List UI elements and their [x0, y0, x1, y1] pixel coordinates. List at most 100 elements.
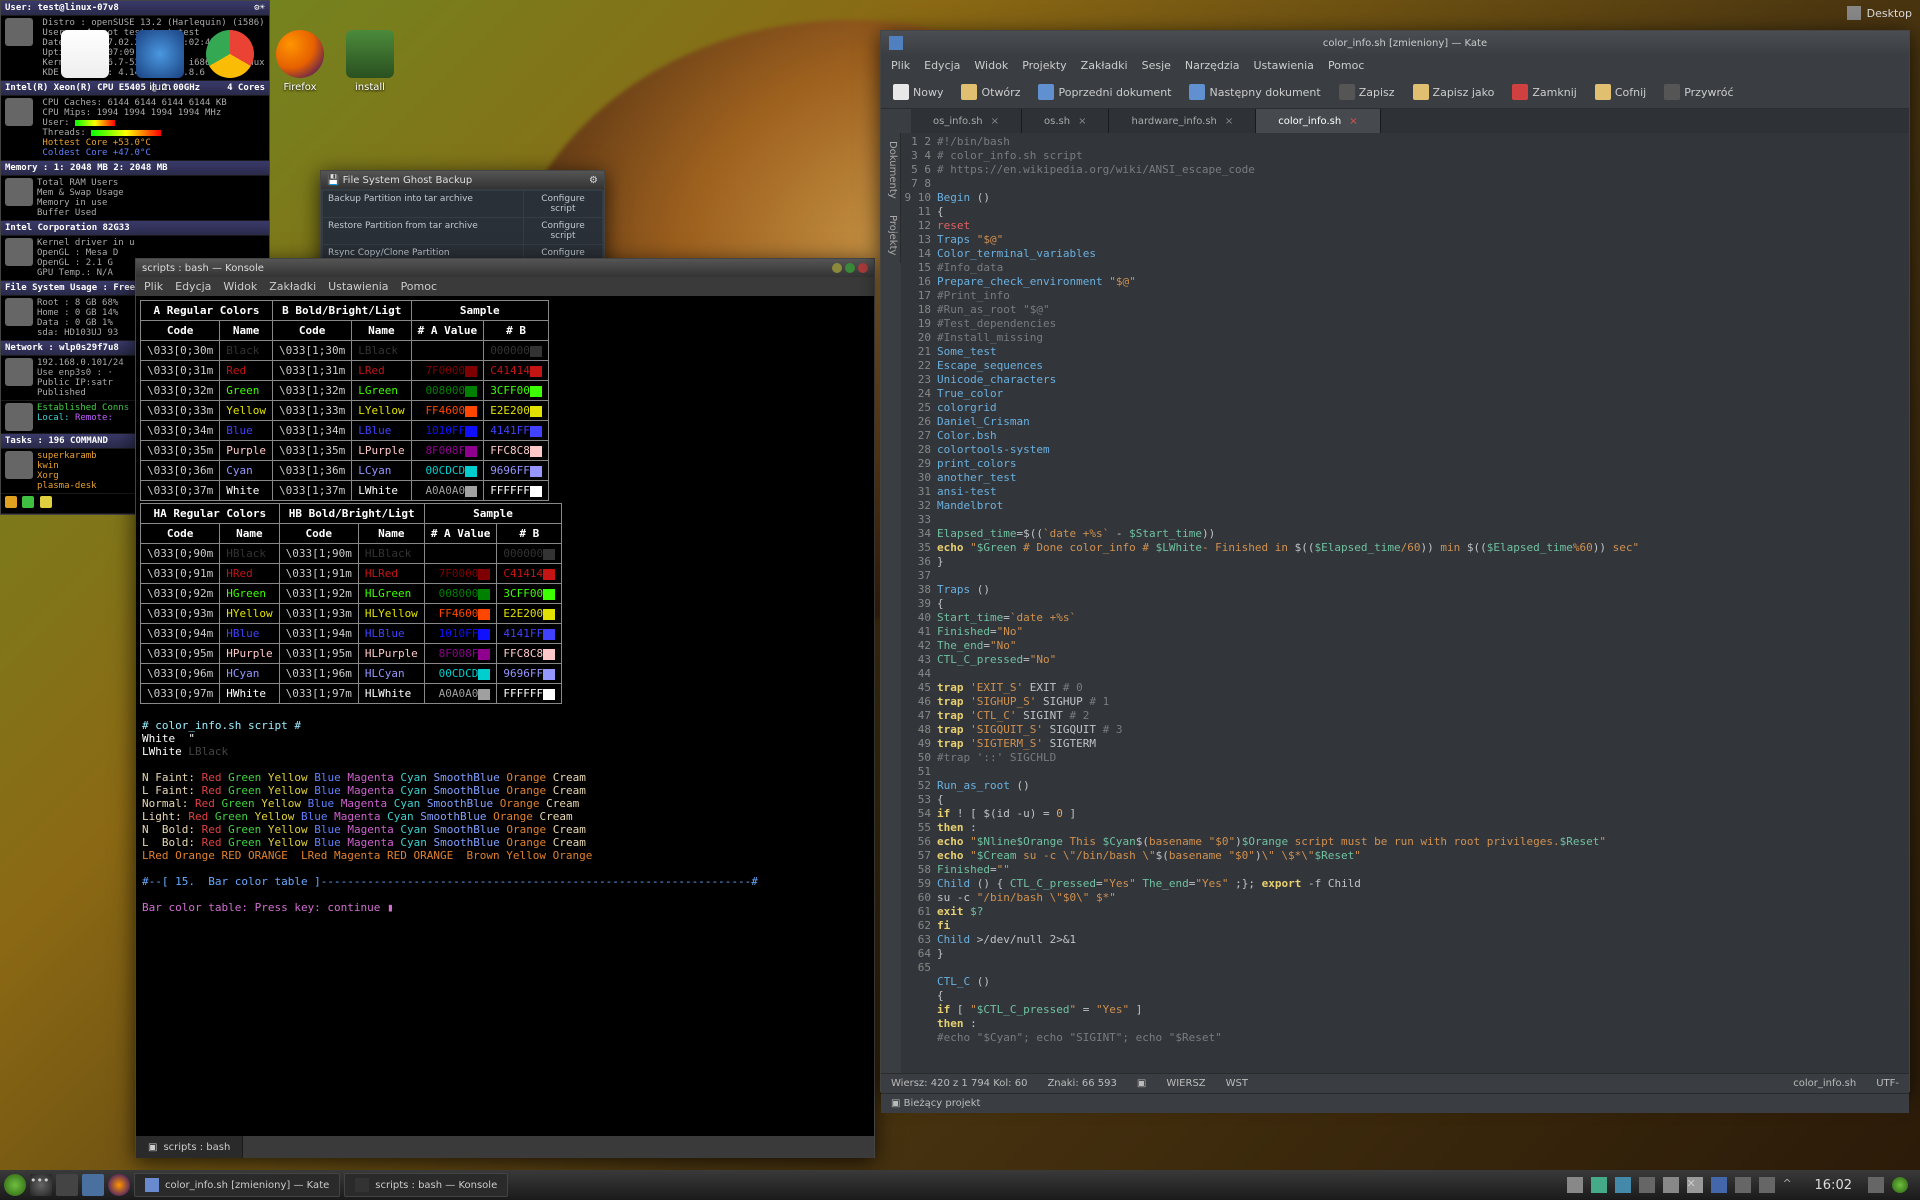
taskbar-entry[interactable]: color_info.sh [zmieniony] — Kate — [134, 1173, 340, 1197]
code-editor[interactable]: #!/bin/bash# color_info.sh script# https… — [937, 133, 1909, 1073]
kate-window[interactable]: color_info.sh [zmieniony] — Kate Plik Edy… — [880, 30, 1910, 1092]
menu-item[interactable]: Zakładki — [1081, 59, 1128, 72]
desktop-icon-chrome[interactable] — [200, 30, 260, 82]
new-button[interactable]: Nowy — [885, 80, 951, 104]
desktop-icon-install[interactable]: install — [340, 30, 400, 93]
status-icon — [22, 496, 34, 508]
desktop-icon-document[interactable] — [55, 30, 115, 82]
editor-tab[interactable]: os.sh× — [1022, 109, 1109, 133]
next-icon — [1189, 84, 1205, 100]
redo-icon — [1664, 84, 1680, 100]
titlebar[interactable]: scripts : bash — Konsole — [136, 259, 874, 277]
dolphin-launcher[interactable] — [82, 1174, 104, 1196]
globe-icon — [5, 403, 33, 431]
taskbar-panel: ••• color_info.sh [zmieniony] — Katescri… — [0, 1170, 1920, 1200]
volume-icon[interactable] — [1615, 1177, 1631, 1193]
terminal-tab[interactable]: ▣scripts : bash — [136, 1136, 243, 1158]
network-icon — [5, 358, 33, 386]
document-icon — [61, 30, 109, 78]
menu-item[interactable]: Pomoc — [1328, 59, 1364, 72]
bluetooth-icon[interactable] — [1711, 1177, 1727, 1193]
prev-icon — [1038, 84, 1054, 100]
close-tab-icon[interactable]: × — [991, 116, 999, 127]
close-tab-icon[interactable]: × — [1225, 116, 1233, 127]
device-icon[interactable] — [1759, 1177, 1775, 1193]
chevron-up-icon[interactable]: ^ — [1783, 1177, 1799, 1193]
menu-item[interactable]: Plik — [891, 59, 910, 72]
redo-button[interactable]: Przywróć — [1656, 80, 1741, 104]
firefox-icon — [276, 30, 324, 78]
menu-item[interactable]: Edycja — [175, 280, 211, 293]
toolbar: NowyOtwórzPoprzedni dokumentNastępny dok… — [881, 76, 1909, 109]
opensuse-icon[interactable] — [1892, 1177, 1908, 1193]
open-icon — [961, 84, 977, 100]
taskbar-entry[interactable]: scripts : bash — Konsole — [344, 1173, 508, 1197]
desktop-icon — [1847, 6, 1861, 20]
menu-item[interactable]: Widok — [223, 280, 257, 293]
memory-icon — [5, 178, 33, 206]
terminal[interactable]: A Regular ColorsB Bold/Bright/LigtSample… — [136, 296, 874, 1136]
configure-button[interactable]: Configure script — [524, 191, 602, 217]
open-button[interactable]: Otwórz — [953, 80, 1028, 104]
editor-tab[interactable]: hardware_info.sh× — [1109, 109, 1256, 133]
documents-tab[interactable]: Dokumenty — [881, 133, 901, 207]
updates-icon[interactable] — [1591, 1177, 1607, 1193]
menu-item[interactable]: Ustawienia — [328, 280, 388, 293]
menu-item[interactable]: Plik — [144, 280, 163, 293]
menu-item[interactable]: Sesje — [1142, 59, 1171, 72]
menubar: Plik Edycja Widok Zakładki Ustawienia Pomoc — [136, 277, 874, 296]
titlebar[interactable]: color_info.sh [zmieniony] — Kate — [881, 31, 1909, 55]
activity-button[interactable]: ••• — [30, 1174, 52, 1196]
minimize-button[interactable] — [832, 263, 842, 273]
close-icon — [1512, 84, 1528, 100]
show-desktop-button[interactable]: Desktop — [1847, 6, 1912, 20]
clock[interactable]: 16:02 — [1807, 1178, 1860, 1193]
save-button[interactable]: Zapisz — [1331, 80, 1403, 104]
tools-icon[interactable]: ✕ — [1687, 1177, 1703, 1193]
close-button[interactable] — [858, 263, 868, 273]
backup-action: Backup Partition into tar archive — [323, 191, 523, 217]
close-button[interactable]: Zamknij — [1504, 80, 1584, 104]
close-tab-icon[interactable]: × — [1078, 116, 1086, 127]
keyboard-icon[interactable] — [1663, 1177, 1679, 1193]
menu-item[interactable]: Ustawienia — [1254, 59, 1314, 72]
clipboard-icon[interactable] — [1567, 1177, 1583, 1193]
editor-tab[interactable]: os_info.sh× — [911, 109, 1022, 133]
close-tab-icon[interactable]: × — [1349, 116, 1357, 127]
editor-tab[interactable]: color_info.sh× — [1256, 109, 1380, 133]
backup-action: Restore Partition from tar archive — [323, 218, 523, 244]
gear-icon[interactable]: ⚙ — [589, 175, 598, 186]
konsole-window[interactable]: scripts : bash — Konsole Plik Edycja Widok… — [135, 258, 875, 1158]
titlebar[interactable]: 💾 File System Ghost Backup⚙ — [321, 171, 604, 189]
prev-button[interactable]: Poprzedni dokument — [1030, 80, 1179, 104]
lock-icon[interactable] — [1868, 1177, 1884, 1193]
gpu-icon — [5, 238, 33, 266]
menu-item[interactable]: Narzędzia — [1185, 59, 1240, 72]
next-button[interactable]: Następny dokument — [1181, 80, 1328, 104]
menu-item[interactable]: Pomoc — [401, 280, 437, 293]
projects-tab[interactable]: Projekty — [881, 207, 901, 263]
firefox-launcher[interactable] — [108, 1174, 130, 1196]
start-menu-button[interactable] — [4, 1174, 26, 1196]
desktop-icon-firefox[interactable]: Firefox — [270, 30, 330, 93]
menu-item[interactable]: Zakładki — [269, 280, 316, 293]
chrome-icon — [206, 30, 254, 78]
menu-item[interactable]: Widok — [974, 59, 1008, 72]
maximize-button[interactable] — [845, 263, 855, 273]
configure-button[interactable]: Configure script — [524, 218, 602, 244]
network-tray-icon[interactable] — [1639, 1177, 1655, 1193]
kate-icon — [889, 36, 903, 50]
status-icon — [5, 496, 17, 508]
info-icon — [136, 30, 184, 78]
menu-item[interactable]: Projekty — [1022, 59, 1066, 72]
status-bar: Wiersz: 420 z 1 794 Kol: 60 Znaki: 66 59… — [881, 1073, 1909, 1093]
notification-icon[interactable] — [1735, 1177, 1751, 1193]
menu-item[interactable]: Edycja — [924, 59, 960, 72]
gear-icon[interactable]: ⚙☀ — [254, 3, 265, 13]
app-icon — [145, 1178, 159, 1192]
side-tabs: Dokumenty Projekty — [881, 133, 901, 1073]
pager[interactable] — [56, 1174, 78, 1196]
undo-button[interactable]: Cofnij — [1587, 80, 1654, 104]
desktop-icon-info[interactable]: ilum — [130, 30, 190, 93]
saveas-button[interactable]: Zapisz jako — [1405, 80, 1503, 104]
